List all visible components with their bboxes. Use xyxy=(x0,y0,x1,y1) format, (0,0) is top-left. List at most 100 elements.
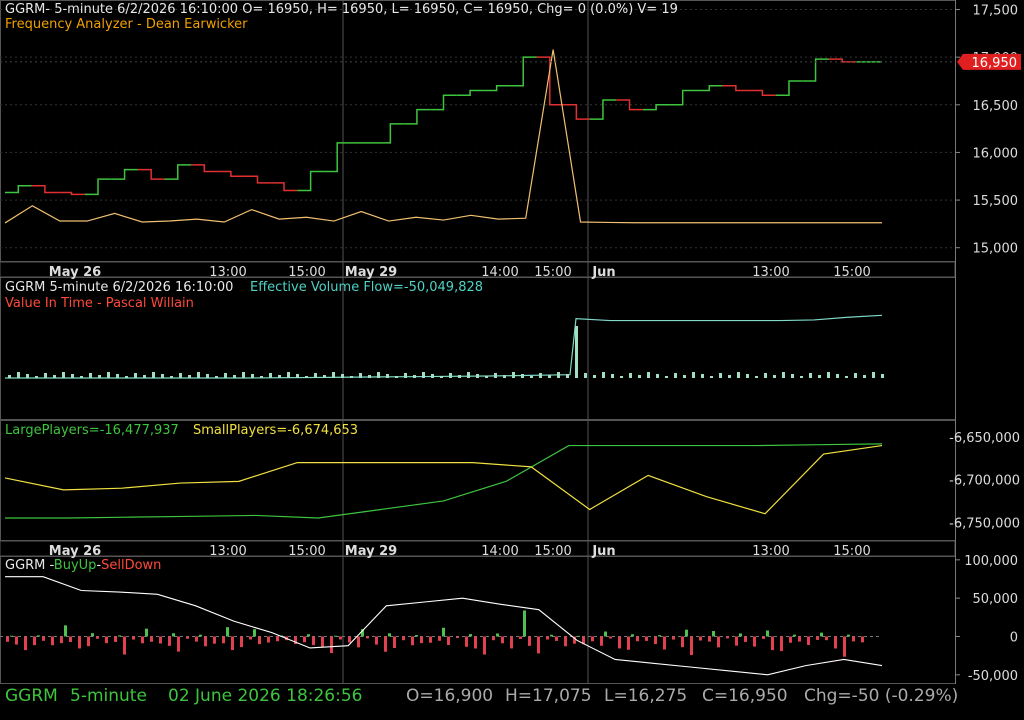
price-segment xyxy=(563,104,590,120)
y-tick-label: 100,000 xyxy=(964,554,1018,569)
buyup-bar xyxy=(631,634,634,637)
selldown-bar xyxy=(771,636,774,651)
y-tick-label: -50,000 xyxy=(968,669,1018,684)
price-segment xyxy=(58,191,85,196)
evf-bar xyxy=(809,373,812,378)
evf-bar xyxy=(593,375,596,378)
status-interval: 5-minute xyxy=(70,686,147,706)
price-segment xyxy=(749,89,776,97)
evf-bar xyxy=(341,374,344,378)
selldown-bar xyxy=(132,636,135,640)
price-subheader: Frequency Analyzer - Dean Earwicker xyxy=(5,17,248,32)
selldown-bar xyxy=(240,636,243,648)
buyup-bar xyxy=(334,635,337,637)
selldown-bar xyxy=(780,636,783,652)
evf-bar xyxy=(179,373,182,378)
evf-bar xyxy=(629,373,632,378)
evf-bar xyxy=(647,372,650,378)
x-tick-label: May 29 xyxy=(345,544,397,559)
evf-bar xyxy=(143,375,146,378)
selldown-bar xyxy=(852,636,855,642)
chart-canvas: May 26 13:00 15:00 May 29 14:00 15:00 Jun 13:00… xyxy=(0,0,1021,684)
buyup-header: GGRM -BuyUp-SellDown xyxy=(5,558,161,574)
evf-bar xyxy=(692,372,695,378)
price-segment xyxy=(217,170,245,178)
selldown-bar xyxy=(195,636,198,642)
evf-bar xyxy=(791,374,794,378)
evf-bar xyxy=(251,374,254,378)
small-players-line xyxy=(4,444,883,515)
evf-bar xyxy=(638,375,641,378)
x-tick-label: 15:00 xyxy=(288,544,325,559)
evf-bar xyxy=(620,376,623,378)
y-tick-label: 15,000 xyxy=(973,242,1019,257)
evf-bar xyxy=(395,376,398,378)
buyup-bar xyxy=(253,629,256,637)
evf-bar xyxy=(602,372,605,378)
x-tick-label: 14:00 xyxy=(481,265,518,280)
selldown-bar xyxy=(384,636,387,652)
x-tick-label: Jun xyxy=(591,544,615,559)
evf-bar xyxy=(377,372,380,378)
y-tick-label: -6,650,000 xyxy=(949,431,1020,446)
evf-bar xyxy=(44,373,47,378)
selldown-bar xyxy=(177,636,180,652)
selldown-bar xyxy=(465,636,468,647)
selldown-bar xyxy=(690,636,693,656)
selldown-bar xyxy=(429,636,432,643)
selldown-bar xyxy=(150,636,153,642)
evf-bar xyxy=(107,372,110,378)
selldown-bar xyxy=(204,636,207,647)
buyup-bar xyxy=(550,634,553,637)
price-segment xyxy=(31,185,59,194)
status-bar: GGRM 5-minute 02 June 2026 18:26:56 O=16… xyxy=(0,684,1024,710)
buyup-bar xyxy=(226,627,229,637)
status-high: H=17,075 xyxy=(505,686,592,706)
buyup-bar xyxy=(199,634,202,637)
y-tick-label: 17,500 xyxy=(973,4,1019,19)
x-tick-label: 15:00 xyxy=(833,265,870,280)
evf-bar xyxy=(521,374,524,378)
evf-bar xyxy=(818,375,821,378)
evf-bar xyxy=(17,372,20,378)
x-tick-label: May 26 xyxy=(49,265,101,280)
frequency-line xyxy=(4,49,882,224)
selldown-bar xyxy=(834,636,837,649)
selldown-bar xyxy=(762,636,765,639)
evf-bar xyxy=(656,374,659,378)
evf-bar xyxy=(260,376,263,378)
buyup-bar xyxy=(64,625,67,637)
large-players-label: LargePlayers=-16,477,937 xyxy=(5,423,179,438)
selldown-bar xyxy=(267,636,270,643)
price-segment xyxy=(509,56,537,87)
evf-bar xyxy=(440,376,443,378)
evf-bar xyxy=(233,375,236,378)
small-players-label: SmallPlayers=-6,674,653 xyxy=(193,423,359,438)
status-close: C=16,950 xyxy=(702,686,788,706)
price-segment xyxy=(589,99,617,120)
evf-bar xyxy=(323,375,326,378)
buyup-bar xyxy=(307,634,310,637)
selldown-bar xyxy=(105,636,108,644)
evf-bar xyxy=(494,373,497,378)
buyup-bar xyxy=(847,634,850,637)
evf-bar xyxy=(269,373,272,378)
buyup-bar xyxy=(577,635,580,637)
status-open: O=16,900 xyxy=(406,686,494,706)
price-segment xyxy=(536,56,564,106)
selldown-bar xyxy=(249,636,252,640)
price-segment xyxy=(430,94,457,111)
buyup-bar xyxy=(37,635,40,637)
evf-bar xyxy=(287,372,290,378)
evf-bar xyxy=(296,374,299,378)
selldown-bar xyxy=(69,636,72,642)
selldown-label: SellDown xyxy=(101,558,162,573)
evf-bar xyxy=(746,374,749,378)
evf-bar xyxy=(98,375,101,378)
selldown-bar xyxy=(618,636,621,649)
selldown-bar xyxy=(816,636,819,640)
price-segment xyxy=(403,108,431,125)
selldown-bar xyxy=(717,636,720,648)
evf-bar xyxy=(224,373,227,378)
y-tick-label: 0 xyxy=(1010,630,1018,645)
